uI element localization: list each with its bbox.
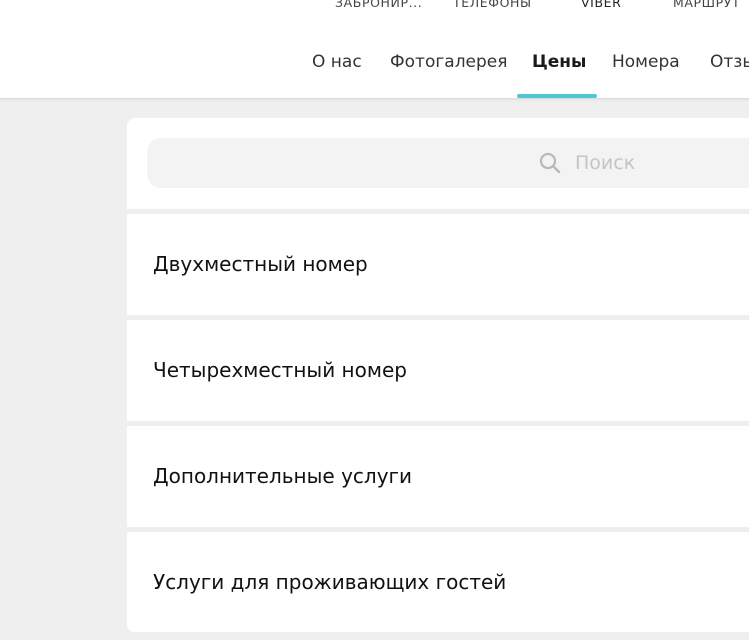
nav-item-gallery[interactable]: Фотогалерея — [390, 52, 508, 72]
search-input[interactable] — [575, 148, 749, 178]
list-item-quad-room[interactable]: Четырехместный номер — [127, 320, 749, 421]
top-link-phones[interactable]: ТЕЛЕФОНЫ — [453, 0, 532, 10]
list-item-label: Дополнительные услуги — [153, 464, 413, 488]
list-item-extra-services[interactable]: Дополнительные услуги — [127, 426, 749, 527]
list-item-guest-services[interactable]: Услуги для проживающих гостей — [127, 532, 749, 632]
list-item-label: Четырехместный номер — [153, 358, 407, 382]
top-links-bar: ЗАБРОНИР... ТЕЛЕФОНЫ VIBER МАРШРУТ — [0, 0, 749, 11]
top-link-booking[interactable]: ЗАБРОНИР... — [335, 0, 422, 10]
search-icon — [539, 152, 561, 174]
main-nav: О нас Фотогалерея Цены Номера Отзы — [0, 52, 749, 98]
list-item-double-room[interactable]: Двухместный номер — [127, 214, 749, 315]
list-item-label: Двухместный номер — [153, 252, 368, 276]
search-box[interactable] — [147, 138, 749, 188]
site-header: ЗАБРОНИР... ТЕЛЕФОНЫ VIBER МАРШРУТ О нас… — [0, 0, 749, 99]
top-link-viber[interactable]: VIBER — [581, 0, 621, 10]
nav-item-about[interactable]: О нас — [312, 52, 362, 72]
prices-card: Двухместный номер Четырехместный номер Д… — [127, 118, 749, 632]
nav-item-reviews[interactable]: Отзы — [710, 52, 749, 72]
active-tab-indicator — [517, 94, 597, 98]
nav-item-prices[interactable]: Цены — [532, 52, 586, 72]
top-link-route[interactable]: МАРШРУТ — [673, 0, 740, 10]
list-item-label: Услуги для проживающих гостей — [153, 570, 507, 594]
nav-item-rooms[interactable]: Номера — [612, 52, 680, 72]
